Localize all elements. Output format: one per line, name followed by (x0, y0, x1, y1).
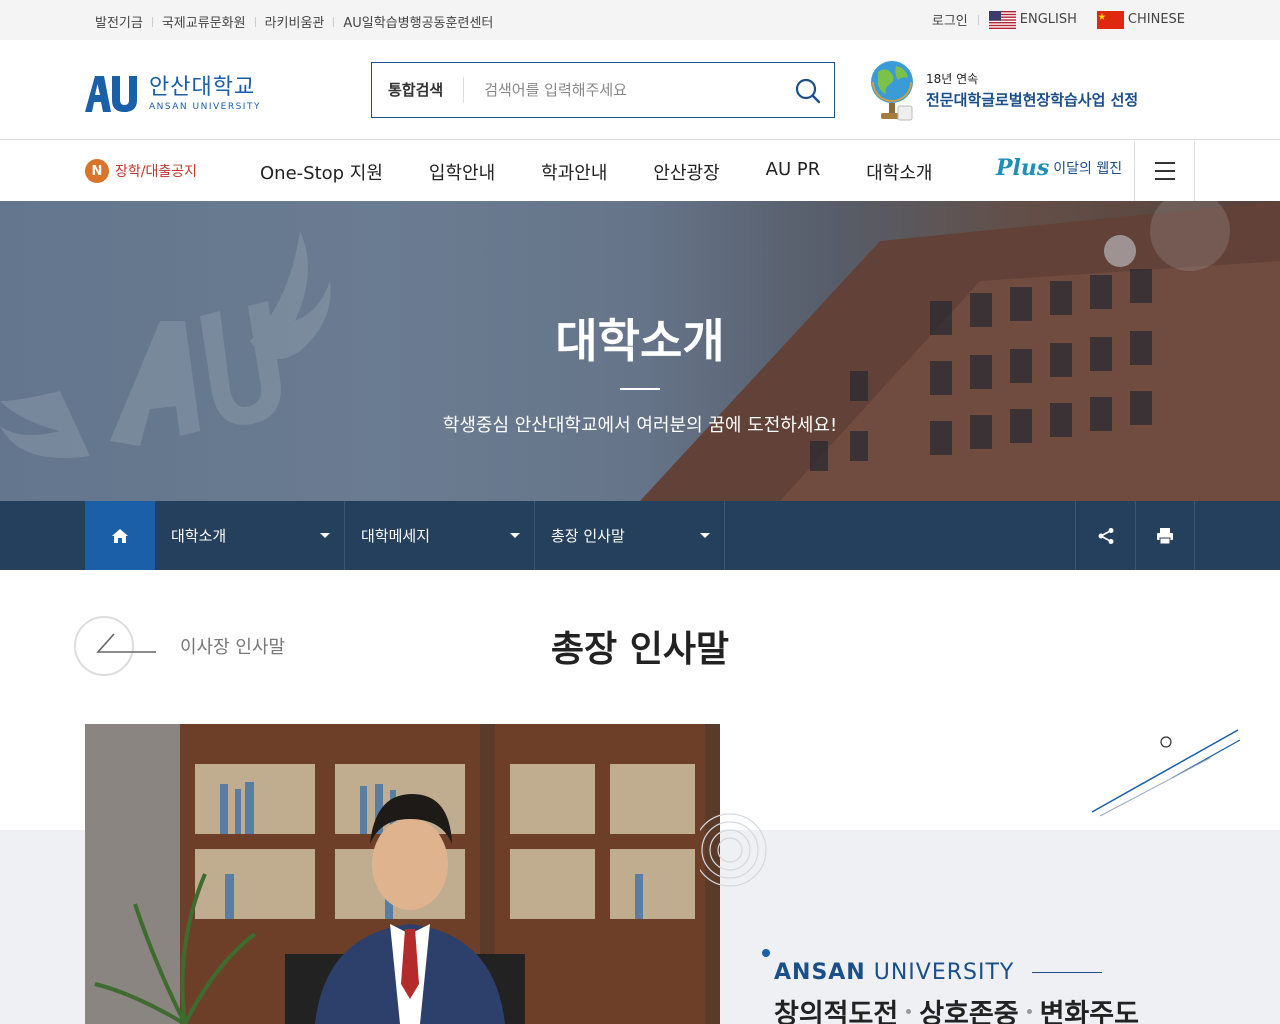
util-link-training-center[interactable]: AU일학습병행공동훈련센터 (343, 12, 493, 31)
nav-admission[interactable]: 입학안내 (429, 159, 495, 185)
site-header: 안산대학교 ANSAN UNIVERSITY 통합검색 18년 연속 전문대학글… (0, 40, 1280, 140)
caret-down-icon (510, 533, 520, 538)
breadcrumb-label: 대학메세지 (361, 527, 431, 545)
share-glyph (1098, 527, 1113, 544)
webzine-link[interactable]: Plus 이달의 웹진 (996, 155, 1122, 181)
motto-english: ANSAN UNIVERSITY (774, 960, 1103, 985)
au-logo-icon (85, 76, 137, 112)
divider (333, 16, 335, 27)
notice-label: 장학/대출공지 (115, 164, 197, 180)
new-badge: N (85, 159, 109, 183)
award-title: 전문대학글로벌현장학습사업 선정 (926, 91, 1139, 109)
utility-right: 로그인 ENGLISH CHINESE (932, 10, 1185, 29)
award-banner[interactable]: 18년 연속 전문대학글로벌현장학습사업 선정 (868, 56, 1138, 124)
nav-ansan-square[interactable]: 안산광장 (653, 159, 719, 185)
motto-university: UNIVERSITY (873, 960, 1015, 985)
search-box: 통합검색 (371, 62, 835, 118)
util-link-larchiveum[interactable]: 라키비움관 (265, 12, 325, 31)
us-flag-icon (988, 10, 1016, 29)
nav-au-pr[interactable]: AU PR (766, 159, 821, 185)
hero-divider (620, 388, 660, 390)
motto-rule (1032, 972, 1103, 973)
breadcrumb: 대학소개 대학메세지 총장 인사말 (0, 501, 1280, 570)
breadcrumb-label: 대학소개 (171, 527, 227, 545)
house-icon (112, 528, 128, 543)
motto-dot (762, 949, 770, 957)
english-label: ENGLISH (1019, 12, 1077, 27)
award-years: 18년 연속 (926, 72, 979, 86)
hamburger-menu-icon[interactable] (1134, 141, 1195, 201)
nav-about[interactable]: 대학소개 (866, 159, 932, 185)
motto-korean: 창의적도전 상호존중 변화주도 (774, 992, 1139, 1024)
util-link-fund[interactable]: 발전기금 (95, 12, 143, 31)
breadcrumb-level-2[interactable]: 대학메세지 (345, 501, 535, 570)
hero-subtitle: 학생중심 안산대학교에서 여러분의 꿈에 도전하세요! (442, 415, 838, 436)
award-text: 18년 연속 전문대학글로벌현장학습사업 선정 (926, 70, 1138, 110)
page-title: 총장 인사말 (550, 629, 730, 670)
president-photo (85, 724, 720, 1024)
chinese-link[interactable]: CHINESE (1096, 10, 1185, 29)
english-link[interactable]: ENGLISH (988, 10, 1077, 29)
president-portrait-image (85, 724, 720, 1024)
search-input[interactable] (484, 81, 785, 99)
logo-name-english: ANSAN UNIVERSITY (149, 102, 261, 112)
motto-value-1: 창의적도전 (774, 999, 899, 1024)
motto-separator (1026, 1009, 1032, 1014)
menu-bar (1154, 162, 1175, 164)
plus-logo: Plus (996, 155, 1050, 181)
printer-glyph (1157, 527, 1173, 544)
caret-down-icon (700, 533, 710, 538)
divider (977, 14, 979, 25)
util-link-intl[interactable]: 국제교류문화원 (162, 12, 246, 31)
utility-links: 발전기금 국제교류문화원 라키비움관 AU일학습병행공동훈련센터 (95, 12, 493, 31)
home-icon[interactable] (85, 501, 155, 570)
print-icon[interactable] (1135, 501, 1195, 570)
motto-value-2: 상호존중 (919, 999, 1019, 1024)
nav-departments[interactable]: 학과안내 (541, 159, 607, 185)
search-category[interactable]: 통합검색 (372, 77, 465, 103)
chinese-label: CHINESE (1127, 12, 1185, 27)
menu-bar (1154, 178, 1175, 180)
breadcrumb-level-1[interactable]: 대학소개 (155, 501, 345, 570)
divider (151, 16, 153, 27)
breadcrumb-level-3[interactable]: 총장 인사말 (535, 501, 725, 570)
site-logo[interactable]: 안산대학교 ANSAN UNIVERSITY (85, 74, 261, 114)
hero-banner: 대학소개 학생중심 안산대학교에서 여러분의 꿈에 도전하세요! (0, 201, 1280, 501)
motto-ansan: ANSAN (774, 960, 866, 985)
hero-title: 대학소개 (555, 314, 725, 368)
motto-value-3: 변화주도 (1039, 999, 1139, 1024)
menu-bar (1154, 170, 1175, 172)
caret-down-icon (320, 533, 330, 538)
login-link[interactable]: 로그인 (932, 10, 968, 29)
china-flag-icon (1096, 10, 1124, 29)
divider (254, 16, 256, 27)
logo-name-korean: 안산대학교 (149, 75, 256, 100)
motto-separator (906, 1009, 912, 1014)
breadcrumb-label: 총장 인사말 (551, 527, 625, 545)
globe-icon (871, 61, 913, 121)
logo-text: 안산대학교 ANSAN UNIVERSITY (149, 75, 261, 113)
search-icon[interactable] (794, 77, 822, 105)
utility-bar: 발전기금 국제교류문화원 라키비움관 AU일학습병행공동훈련센터 로그인 ENG… (0, 0, 1280, 40)
gnb-menu: One-Stop 지원 입학안내 학과안내 안산광장 AU PR 대학소개 (260, 159, 979, 185)
decorative-rings-icon (700, 813, 767, 887)
webzine-label: 이달의 웹진 (1053, 161, 1123, 177)
decorative-lines-icon (1091, 729, 1241, 817)
notice-link[interactable]: N 장학/대출공지 (85, 159, 197, 183)
nav-one-stop[interactable]: One-Stop 지원 (260, 159, 383, 185)
share-icon[interactable] (1075, 501, 1135, 570)
main-navigation: N 장학/대출공지 One-Stop 지원 입학안내 학과안내 안산광장 AU … (0, 141, 1280, 201)
